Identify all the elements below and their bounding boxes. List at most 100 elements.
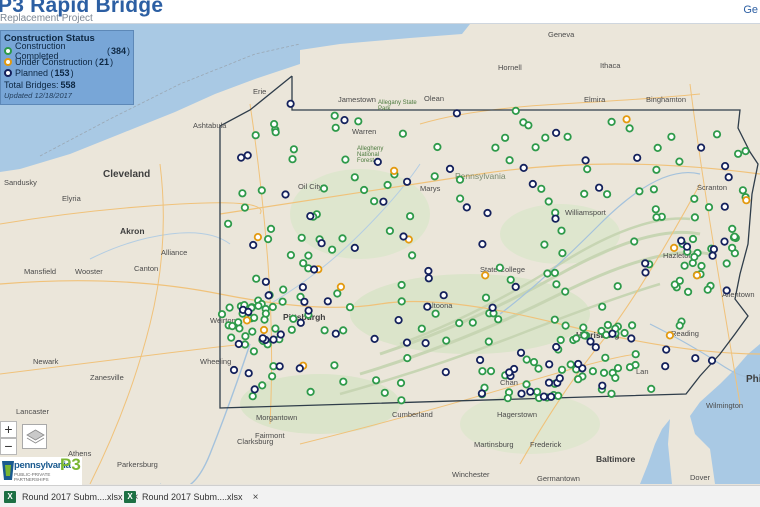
bridge-marker-completed[interactable] — [651, 205, 660, 214]
bridge-marker-completed[interactable] — [704, 203, 714, 212]
bridge-marker-completed[interactable] — [505, 156, 514, 165]
bridge-marker-completed[interactable] — [561, 321, 570, 330]
bridge-marker-planned[interactable] — [350, 243, 359, 252]
bridge-marker-planned[interactable] — [528, 179, 537, 189]
bridge-marker-planned[interactable] — [421, 338, 430, 348]
bridge-marker-under-construction[interactable] — [742, 196, 751, 205]
bridge-marker-completed[interactable] — [251, 131, 260, 140]
bridge-marker-completed[interactable] — [268, 302, 277, 312]
bridge-marker-planned[interactable] — [551, 214, 560, 223]
download-item[interactable]: X Round 2017 Subm....xlsx × — [124, 489, 258, 505]
bridge-marker-planned[interactable] — [286, 99, 295, 108]
basemap-toggle-button[interactable] — [22, 424, 47, 449]
bridge-marker-planned[interactable] — [708, 251, 717, 260]
bridge-marker-completed[interactable] — [396, 378, 406, 388]
bridge-marker-completed[interactable] — [299, 259, 308, 268]
bridge-marker-completed[interactable] — [278, 297, 287, 306]
bridge-marker-completed[interactable] — [405, 212, 415, 221]
bridge-marker-completed[interactable] — [544, 197, 553, 206]
bridge-marker-planned[interactable] — [445, 164, 455, 173]
bridge-marker-completed[interactable] — [579, 323, 588, 332]
bridge-marker-under-construction[interactable] — [389, 166, 399, 175]
bridge-marker-completed[interactable] — [703, 285, 712, 294]
bridge-marker-completed[interactable] — [397, 396, 406, 405]
bridge-marker-planned[interactable] — [295, 364, 304, 373]
bridge-marker-completed[interactable] — [603, 320, 613, 330]
bridge-marker-planned[interactable] — [275, 362, 284, 371]
bridge-marker-planned[interactable] — [462, 203, 471, 212]
bridge-marker-planned[interactable] — [281, 190, 290, 199]
bridge-marker-completed[interactable] — [563, 132, 572, 141]
bridge-marker-planned[interactable] — [722, 286, 731, 295]
bridge-marker-under-construction[interactable] — [242, 316, 252, 325]
bridge-marker-completed[interactable] — [484, 337, 493, 346]
bridge-marker-completed[interactable] — [550, 268, 560, 277]
bridge-marker-completed[interactable] — [397, 297, 406, 306]
bridge-marker-completed[interactable] — [279, 285, 288, 294]
bridge-marker-completed[interactable] — [602, 190, 612, 199]
bridge-marker-planned[interactable] — [244, 307, 253, 316]
bridge-marker-completed[interactable] — [550, 315, 559, 324]
bridge-marker-planned[interactable] — [519, 163, 528, 172]
bridge-marker-planned[interactable] — [300, 297, 309, 306]
bridge-marker-completed[interactable] — [652, 165, 661, 174]
bridge-marker-completed[interactable] — [455, 175, 465, 184]
bridge-marker-planned[interactable] — [551, 128, 561, 138]
bridge-marker-completed[interactable] — [635, 187, 644, 196]
bridge-marker-planned[interactable] — [234, 339, 243, 349]
bridge-marker-planned[interactable] — [586, 337, 595, 346]
bridge-marker-completed[interactable] — [234, 318, 243, 327]
bridge-marker-planned[interactable] — [237, 153, 246, 162]
bridge-marker-completed[interactable] — [627, 321, 637, 330]
bridge-marker-completed[interactable] — [254, 301, 263, 310]
bridge-marker-planned[interactable] — [544, 378, 554, 387]
bridge-marker-under-construction[interactable] — [669, 243, 679, 252]
bridge-marker-planned[interactable] — [452, 109, 461, 118]
bridge-marker-completed[interactable] — [240, 203, 249, 212]
bridge-marker-completed[interactable] — [566, 360, 575, 369]
bridge-marker-completed[interactable] — [341, 155, 350, 164]
bridge-marker-completed[interactable] — [380, 388, 389, 397]
bridge-marker-completed[interactable] — [524, 121, 533, 130]
bridge-marker-completed[interactable] — [330, 111, 339, 120]
bridge-marker-completed[interactable] — [494, 315, 503, 324]
bridge-marker-planned[interactable] — [276, 330, 285, 339]
bridge-marker-planned[interactable] — [298, 283, 307, 292]
bridge-marker-completed[interactable] — [649, 185, 659, 194]
bridge-marker-planned[interactable] — [373, 157, 382, 166]
bridge-marker-planned[interactable] — [379, 197, 388, 206]
bridge-marker-completed[interactable] — [690, 252, 699, 262]
bridge-marker-completed[interactable] — [478, 367, 487, 376]
bridge-marker-completed[interactable] — [249, 347, 258, 356]
bridge-marker-planned[interactable] — [304, 306, 313, 315]
bridge-marker-completed[interactable] — [532, 387, 542, 396]
bridge-marker-completed[interactable] — [455, 318, 464, 328]
bridge-marker-completed[interactable] — [556, 335, 565, 345]
bridge-marker-completed[interactable] — [227, 333, 236, 342]
bridge-marker-completed[interactable] — [354, 117, 363, 126]
bridge-marker-planned[interactable] — [720, 162, 730, 171]
bridge-marker-completed[interactable] — [529, 357, 539, 367]
bridge-marker-completed[interactable] — [431, 309, 440, 318]
bridge-marker-completed[interactable] — [289, 145, 298, 154]
bridge-marker-completed[interactable] — [271, 324, 280, 333]
bridge-marker-planned[interactable] — [402, 338, 412, 347]
bridge-marker-planned[interactable] — [633, 153, 642, 162]
bridge-marker-completed[interactable] — [506, 275, 515, 284]
bridge-marker-completed[interactable] — [680, 261, 689, 270]
bridge-marker-completed[interactable] — [647, 384, 656, 393]
bridge-marker-completed[interactable] — [670, 280, 679, 289]
bridge-marker-planned[interactable] — [505, 368, 514, 377]
bridge-marker-planned[interactable] — [539, 392, 549, 401]
bridge-marker-completed[interactable] — [580, 331, 589, 340]
bridge-marker-completed[interactable] — [266, 224, 276, 233]
bridge-marker-planned[interactable] — [552, 342, 561, 352]
bridge-marker-planned[interactable] — [555, 374, 564, 383]
bridge-marker-completed[interactable] — [558, 249, 567, 258]
bridge-marker-completed[interactable] — [611, 373, 620, 382]
bridge-marker-completed[interactable] — [675, 321, 684, 330]
bridge-marker-completed[interactable] — [267, 372, 277, 381]
bridge-marker-planned[interactable] — [641, 259, 650, 268]
bridge-marker-completed[interactable] — [397, 280, 406, 290]
bridge-marker-completed[interactable] — [491, 143, 500, 152]
